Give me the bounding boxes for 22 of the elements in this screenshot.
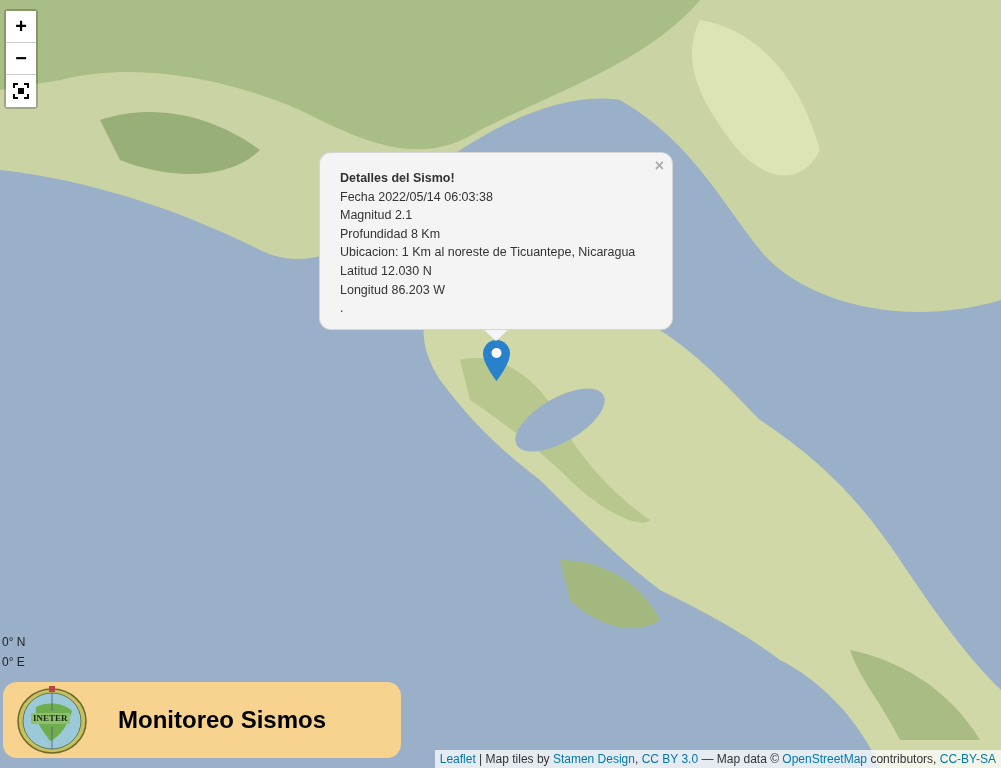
zoom-in-button[interactable]: +	[6, 11, 36, 43]
popup-detail-text: Latitud 12.030 N	[340, 262, 433, 280]
attribution-text: Leaflet | Map tiles by Stamen Design, CC BY 3.0 — Map data © OpenStreetMap contributors, CC-BY-SA	[434, 750, 1001, 768]
attribution-link[interactable]: CC BY 3.0	[641, 752, 699, 766]
popup-detail-text: .	[340, 300, 345, 318]
popup-detail-text: Ubicacion: 1 Km al noreste de Ticuantepe, Nicaragua	[340, 244, 637, 262]
popup-detail-text: Fecha 2022/05/14 06:03:38	[340, 188, 494, 206]
logo-text: INETER	[31, 713, 70, 724]
globe-logo-icon	[16, 685, 88, 755]
popup-detail-text: Magnitud 2.1	[340, 207, 414, 225]
attribution-link[interactable]: Stamen Design	[552, 752, 635, 766]
map-marker-icon[interactable]	[483, 340, 510, 381]
attribution-link[interactable]: CC-BY-SA	[939, 752, 996, 766]
fullscreen-icon	[13, 83, 29, 99]
banner-title: Monitoreo Sismos	[118, 706, 327, 734]
attribution-link[interactable]: Leaflet	[439, 752, 476, 766]
popup-title: Detalles del Sismo!	[340, 170, 456, 187]
coordinate-text: 0° N	[2, 634, 26, 651]
popup-detail-text: Profundidad 8 Km	[340, 225, 442, 243]
popup-detail-text: Longitud 86.203 W	[340, 281, 446, 299]
attribution-link[interactable]: OpenStreetMap	[782, 752, 868, 766]
coordinate-text: 0° E	[2, 654, 26, 671]
